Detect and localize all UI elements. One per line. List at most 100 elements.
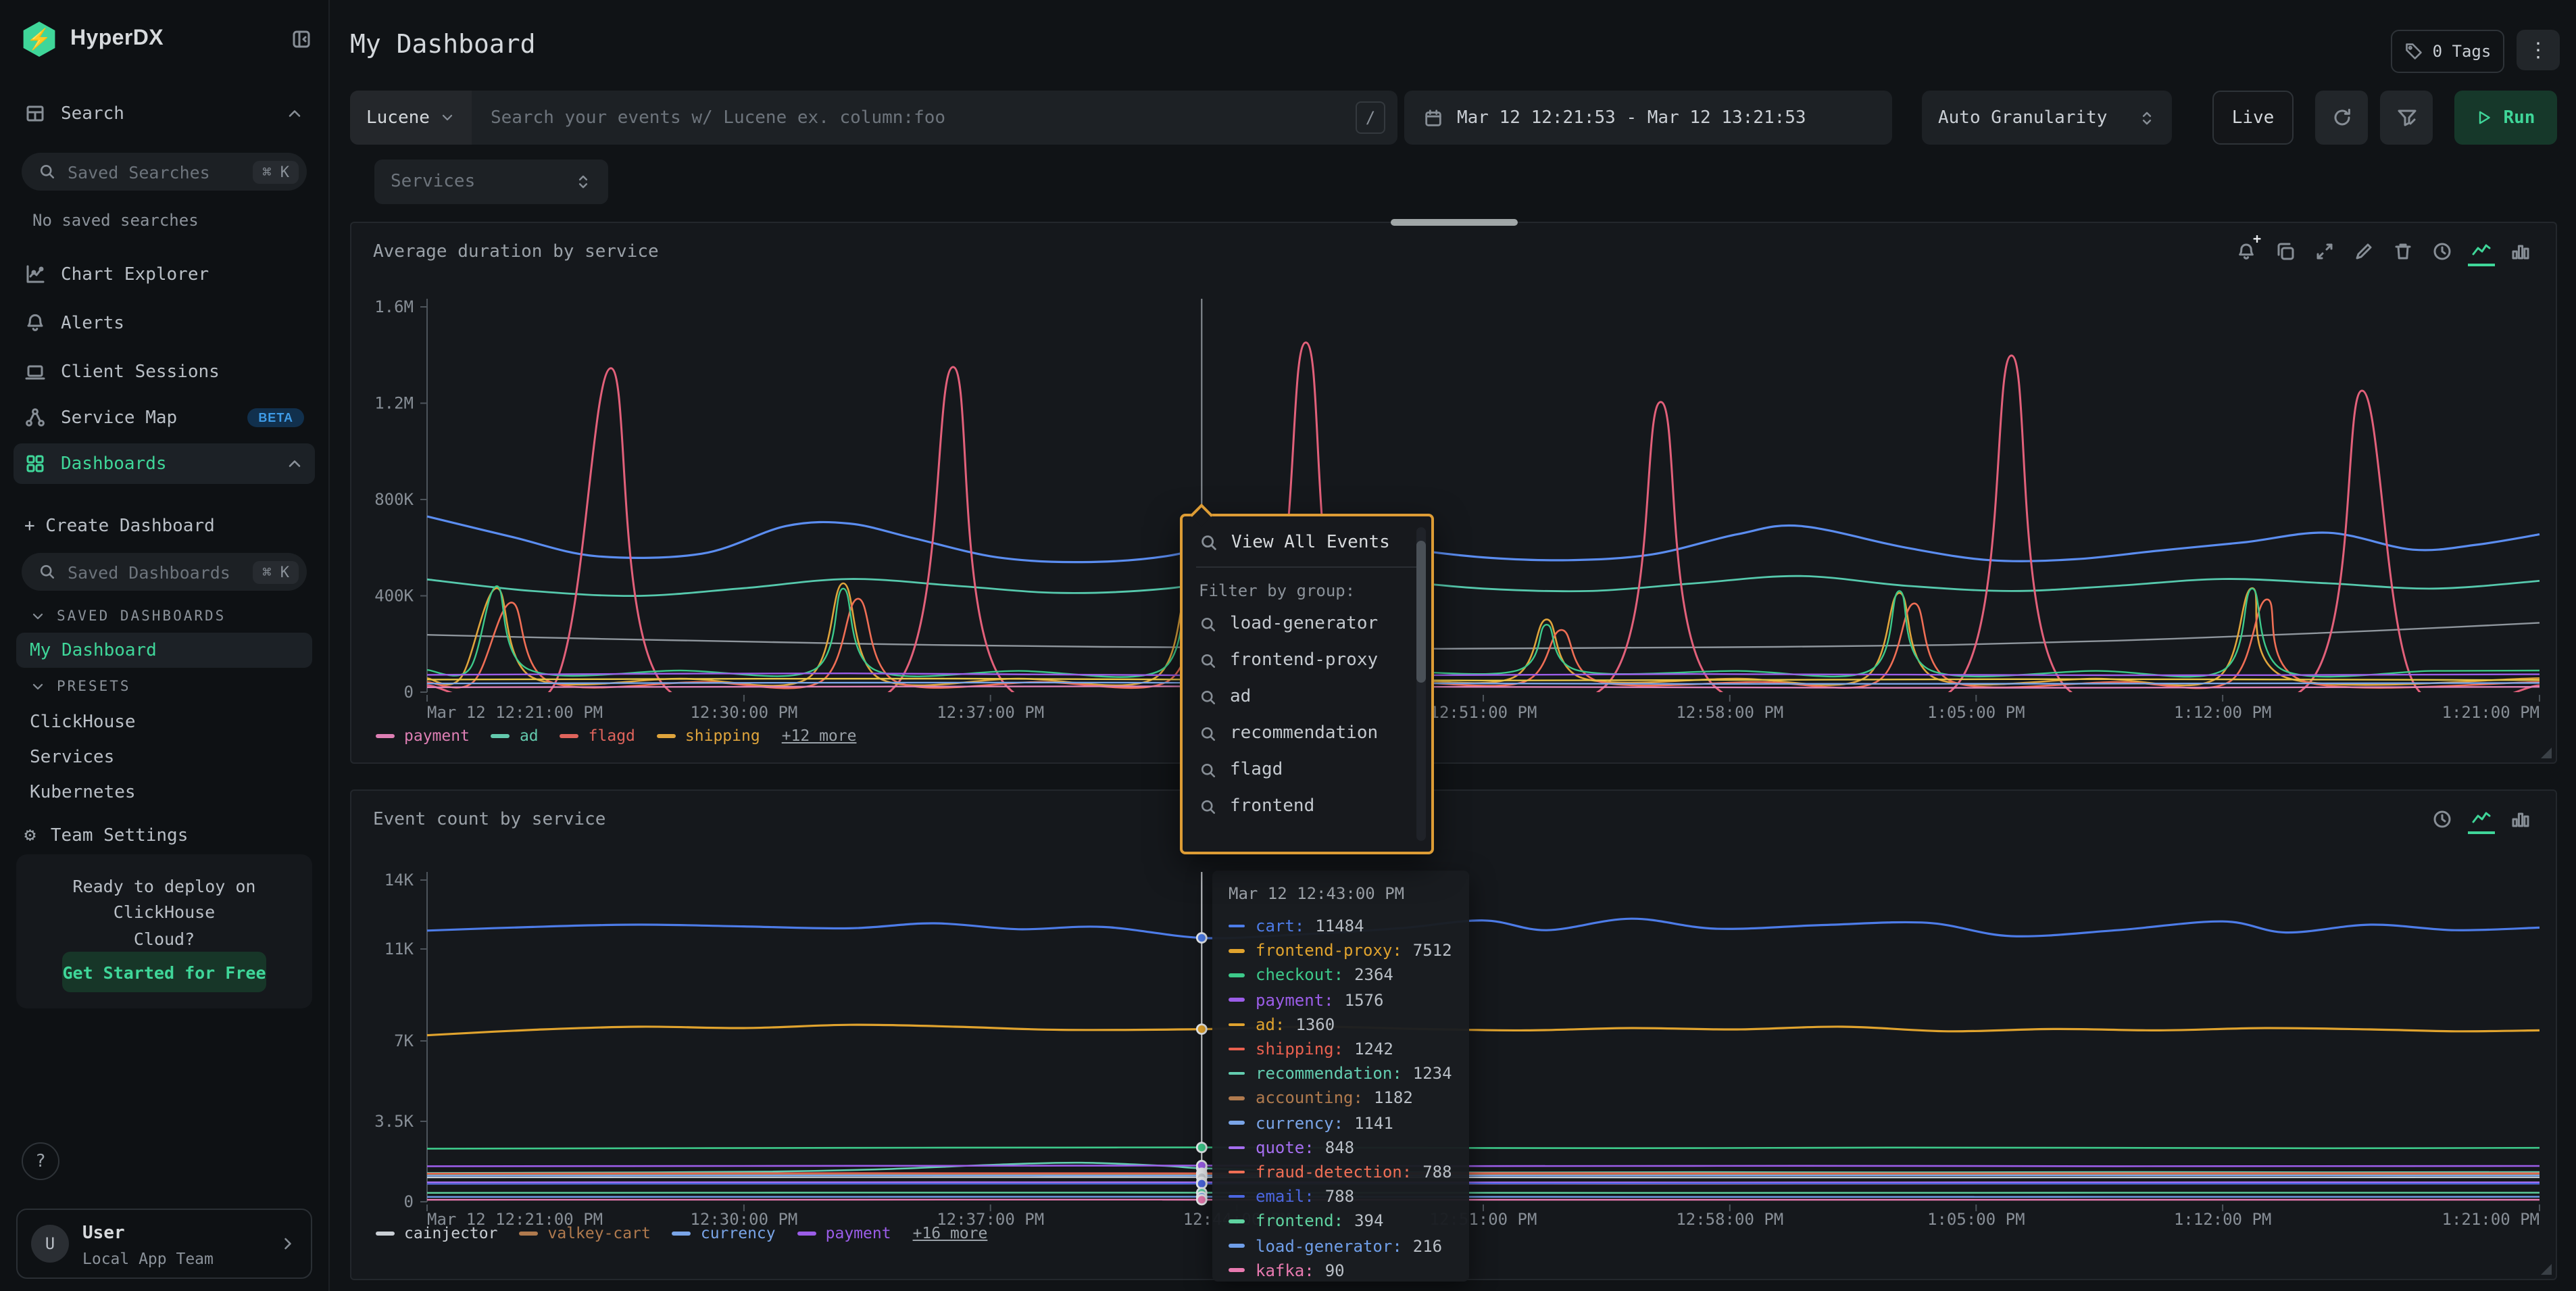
get-started-button[interactable]: Get Started for Free: [62, 952, 266, 992]
preset-services[interactable]: Services: [30, 742, 315, 772]
saved-dashboards-section-header[interactable]: SAVED DASHBOARDS: [30, 606, 315, 627]
time-override-button[interactable]: [2429, 238, 2456, 265]
search-table-icon: [24, 103, 46, 124]
sidebar-item-dashboards[interactable]: Dashboards: [14, 443, 315, 484]
legend-item[interactable]: flagd: [560, 726, 635, 745]
create-alert-button[interactable]: +: [2233, 238, 2260, 265]
app-root: ⚡ HyperDX Search Saved Searches ⌘ K No s…: [0, 0, 2576, 1291]
services-filter-select[interactable]: Services: [374, 160, 608, 204]
sidebar-item-my-dashboard[interactable]: My Dashboard: [16, 633, 312, 668]
edit-chart-button[interactable]: [2350, 238, 2377, 265]
svg-text:1:21:00 PM: 1:21:00 PM: [2442, 1210, 2540, 1229]
sidebar-item-label: Service Map: [61, 408, 232, 428]
chart-tooltip: Mar 12 12:43:00 PM cart: 11484 frontend-…: [1212, 871, 1469, 1282]
tooltip-row: cart: 11484: [1229, 914, 1453, 938]
shortcut-badge: ⌘ K: [253, 160, 299, 183]
panel-resize-handle[interactable]: [2541, 748, 2552, 758]
bell-icon: [24, 312, 46, 334]
svg-text:800K: 800K: [374, 490, 414, 509]
tooltip-row: currency: 1141: [1229, 1111, 1453, 1135]
granularity-label: Auto Granularity: [1938, 107, 2138, 128]
refresh-button[interactable]: [2315, 91, 2368, 145]
legend-more-link[interactable]: +12 more: [782, 726, 857, 745]
popup-filter-item[interactable]: ad: [1183, 679, 1431, 715]
duplicate-chart-button[interactable]: [2272, 238, 2299, 265]
svg-text:11K: 11K: [385, 940, 414, 958]
sidebar-item-label: Chart Explorer: [61, 264, 304, 285]
popup-filter-item[interactable]: frontend-proxy: [1183, 642, 1431, 679]
play-icon: [2477, 109, 2493, 126]
line-chart-toggle[interactable]: [2468, 804, 2495, 834]
legend-item[interactable]: shipping: [657, 726, 760, 745]
legend-item[interactable]: payment: [376, 726, 470, 745]
legend-item[interactable]: cainjector: [376, 1223, 498, 1242]
search-input[interactable]: [472, 107, 1356, 128]
dashboard-menu-button[interactable]: ⋮: [2517, 30, 2560, 70]
popup-scrollbar-thumb[interactable]: [1416, 541, 1426, 683]
time-override-button[interactable]: [2429, 806, 2456, 833]
legend-item[interactable]: currency: [672, 1223, 776, 1242]
live-button[interactable]: Live: [2212, 91, 2294, 145]
time-range-picker[interactable]: Mar 12 12:21:53 - Mar 12 13:21:53: [1404, 91, 1892, 145]
svg-text:12:30:00 PM: 12:30:00 PM: [690, 703, 797, 722]
delete-chart-button[interactable]: [2389, 238, 2417, 265]
section-label: SAVED DASHBOARDS: [57, 608, 226, 625]
saved-searches-input[interactable]: Saved Searches ⌘ K: [22, 153, 307, 191]
user-menu[interactable]: U User Local App Team: [16, 1209, 312, 1279]
popup-filter-item[interactable]: frontend: [1183, 788, 1431, 825]
legend-item[interactable]: ad: [491, 726, 539, 745]
legend-item[interactable]: payment: [797, 1223, 891, 1242]
page-title: My Dashboard: [350, 30, 536, 59]
average-duration-chart[interactable]: 0400K800K1.2M1.6MMar 12 12:21:00 PM12:30…: [351, 272, 2558, 742]
panel-resize-handle[interactable]: [2541, 1264, 2552, 1275]
bar-chart-toggle[interactable]: [2507, 806, 2534, 833]
bar-chart-toggle[interactable]: [2507, 238, 2534, 265]
svg-text:1.6M: 1.6M: [374, 297, 414, 316]
view-all-events-label: View All Events: [1231, 533, 1390, 553]
sidebar-item-search[interactable]: Search: [14, 95, 315, 132]
tooltip-row: checkout: 2364: [1229, 963, 1453, 988]
sidebar-item-team-settings[interactable]: ⚙ Team Settings: [14, 817, 315, 854]
run-button[interactable]: Run: [2454, 91, 2557, 145]
sidebar-item-alerts[interactable]: Alerts: [14, 304, 315, 342]
line-chart-toggle[interactable]: [2468, 237, 2495, 266]
view-all-events-button[interactable]: View All Events: [1183, 516, 1431, 566]
bar-chart-icon: [2510, 808, 2531, 830]
expand-chart-button[interactable]: [2311, 238, 2338, 265]
create-dashboard-button[interactable]: + Create Dashboard: [14, 507, 315, 545]
sidebar-item-service-map[interactable]: Service Map BETA: [14, 399, 315, 437]
legend-more-link[interactable]: +16 more: [913, 1223, 988, 1242]
laptop-icon: [24, 361, 46, 383]
help-button[interactable]: ?: [22, 1142, 59, 1180]
user-name: User: [82, 1223, 125, 1244]
search-icon: [1199, 533, 1219, 553]
preset-clickhouse[interactable]: ClickHouse: [30, 707, 315, 737]
filter-button[interactable]: [2380, 91, 2433, 145]
svg-text:Mar 12 12:21:00 PM: Mar 12 12:21:00 PM: [427, 703, 603, 722]
refresh-icon: [2331, 107, 2352, 128]
presets-section-header[interactable]: PRESETS: [30, 676, 315, 698]
dashboards-grid-icon: [24, 453, 46, 474]
preset-kubernetes[interactable]: Kubernetes: [30, 777, 315, 807]
search-icon: [1199, 651, 1218, 670]
granularity-select[interactable]: Auto Granularity: [1922, 91, 2172, 145]
kebab-icon: ⋮: [2528, 38, 2548, 62]
tags-button[interactable]: 0 Tags: [2391, 30, 2504, 73]
query-language-select[interactable]: Lucene: [350, 91, 472, 145]
clickhouse-promo-card: Ready to deploy on ClickHouseCloud? Get …: [16, 854, 312, 1008]
chart-title: Average duration by service: [373, 233, 2233, 262]
legend-item[interactable]: valkey-cart: [520, 1223, 651, 1242]
svg-text:0: 0: [404, 683, 414, 702]
user-team: Local App Team: [82, 1249, 214, 1268]
popup-filter-item[interactable]: load-generator: [1183, 606, 1431, 642]
sidebar-item-client-sessions[interactable]: Client Sessions: [14, 353, 315, 391]
popup-filter-item[interactable]: recommendation: [1183, 715, 1431, 752]
popup-scrollbar[interactable]: [1416, 527, 1426, 841]
saved-dashboards-input[interactable]: Saved Dashboards ⌘ K: [22, 553, 307, 591]
popup-filter-item[interactable]: flagd: [1183, 752, 1431, 788]
avatar: U: [31, 1225, 69, 1263]
popup-filter-list: load-generator frontend-proxy ad recomme…: [1183, 606, 1431, 825]
collapse-sidebar-icon[interactable]: [291, 28, 312, 50]
chevron-down-icon: [439, 109, 455, 126]
sidebar-item-chart-explorer[interactable]: Chart Explorer: [14, 255, 315, 293]
